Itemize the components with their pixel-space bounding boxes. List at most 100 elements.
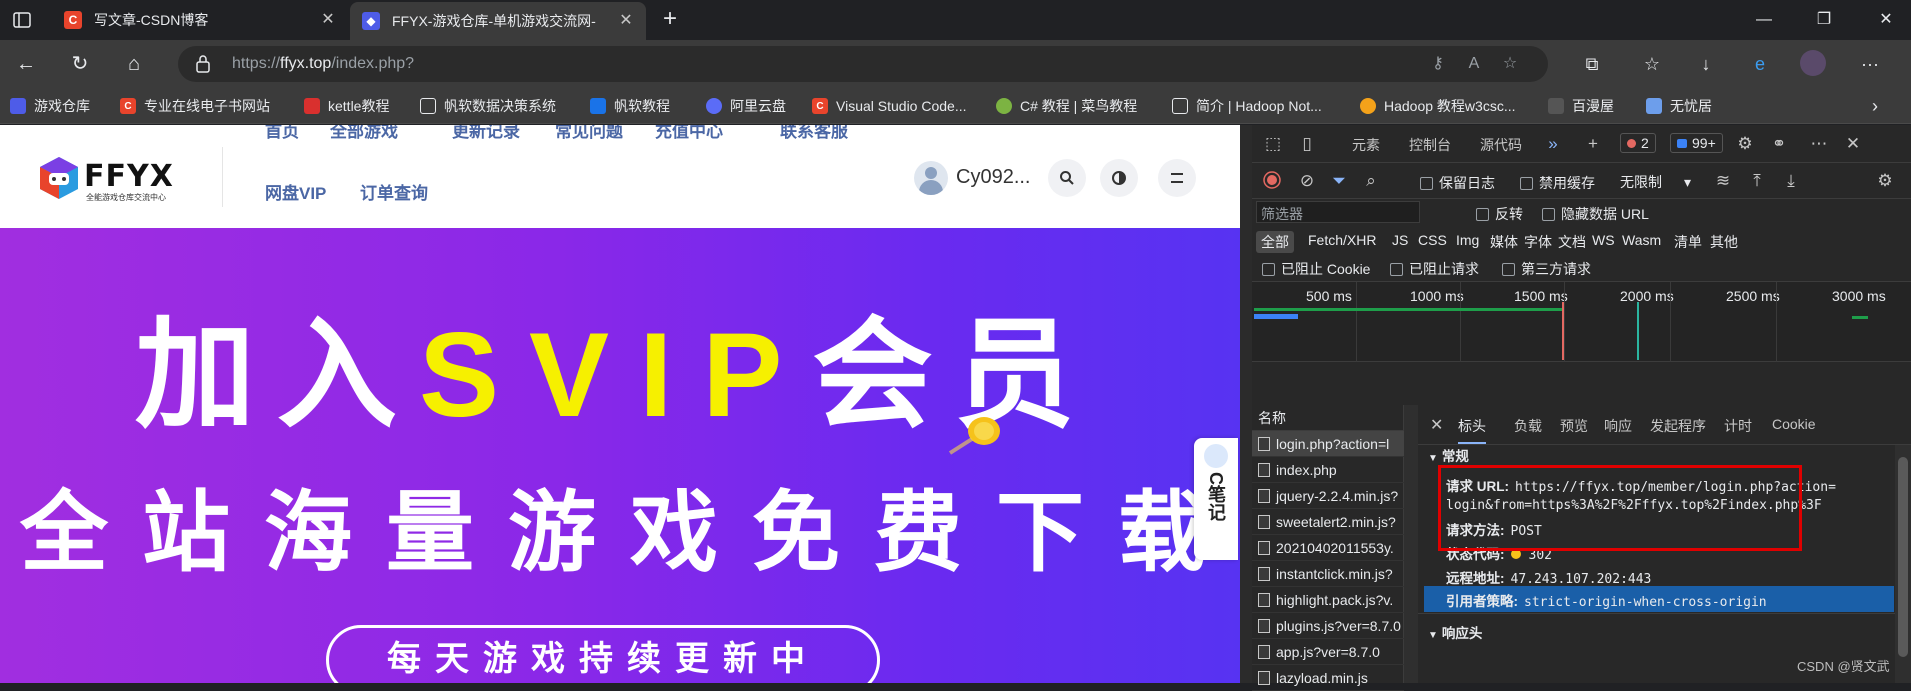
request-list-scrollbar[interactable] [1404, 405, 1418, 683]
filter-all[interactable]: 全部 [1256, 231, 1294, 253]
downloads-icon[interactable]: ↓ [1692, 50, 1720, 78]
csdn-note-widget[interactable]: C笔记 [1194, 438, 1238, 560]
bookmark-item[interactable]: 无忧居 [1646, 96, 1712, 116]
nav-order-query[interactable]: 订单查询 [360, 179, 428, 204]
favorites-icon[interactable]: ☆ [1638, 50, 1666, 78]
bookmark-item[interactable]: 简介 | Hadoop Not... [1172, 96, 1322, 116]
request-row[interactable]: 20210402011553y. [1252, 535, 1404, 561]
blocked-requests-checkbox[interactable]: 已阻止请求 [1390, 259, 1479, 279]
key-icon[interactable]: ⚷ [1428, 54, 1448, 74]
filter-img[interactable]: Img [1456, 232, 1479, 248]
request-row[interactable]: plugins.js?ver=8.7.0 [1252, 613, 1404, 639]
lock-icon[interactable] [196, 55, 210, 73]
filter-js[interactable]: JS [1392, 232, 1408, 248]
settings-icon[interactable]: ⚙ [1734, 133, 1756, 155]
back-icon[interactable]: ← [12, 50, 40, 78]
tab-headers[interactable]: 标头 [1458, 416, 1486, 444]
browser-tab-ffyx[interactable]: ◆ FFYX-游戏仓库-单机游戏交流网- ✕ [350, 2, 646, 40]
close-details-icon[interactable]: ✕ [1430, 415, 1443, 435]
name-column-header[interactable]: 名称 [1252, 405, 1404, 431]
minimize-icon[interactable]: — [1752, 8, 1776, 32]
svip-banner[interactable]: 加入SVIP会员 全站海量游戏免费下载 每天游戏持续更新中 [0, 228, 1240, 683]
disable-cache-checkbox[interactable]: 禁用缓存 [1520, 173, 1595, 193]
close-tab-icon[interactable]: ✕ [618, 13, 634, 29]
close-tab-icon[interactable]: ✕ [320, 12, 336, 28]
bookmark-item[interactable]: 百漫屋 [1548, 96, 1614, 116]
error-badge[interactable]: 2 [1620, 133, 1656, 153]
customize-icon[interactable]: ⚭ [1768, 133, 1790, 155]
request-row[interactable]: lazyload.min.js [1252, 665, 1404, 691]
close-window-icon[interactable]: ✕ [1874, 8, 1898, 32]
clear-icon[interactable]: ⊘ [1296, 170, 1318, 192]
nav-all-games[interactable]: 全部游戏 [330, 125, 398, 142]
export-har-icon[interactable]: ⤓ [1780, 170, 1802, 192]
details-scrollbar[interactable] [1895, 445, 1911, 683]
filter-wasm[interactable]: Wasm [1622, 232, 1661, 248]
address-bar[interactable]: https://ffyx.top/index.php? ⚷ A ☆ [178, 46, 1548, 82]
bookmark-item[interactable]: C 专业在线电子书网站 [120, 96, 270, 116]
bookmark-item[interactable]: 帆软教程 [590, 96, 670, 116]
extensions-icon[interactable]: ⧉ [1578, 50, 1606, 78]
tab-actions-icon[interactable] [12, 10, 32, 30]
filter-other[interactable]: 其他 [1710, 232, 1738, 252]
invert-checkbox[interactable]: 反转 [1476, 204, 1523, 224]
filter-doc[interactable]: 文档 [1558, 232, 1586, 252]
tab-elements[interactable]: 元素 [1352, 135, 1380, 155]
filter-font[interactable]: 字体 [1524, 232, 1552, 252]
tab-sources[interactable]: 源代码 [1480, 135, 1522, 155]
general-section-toggle[interactable]: ▼ 常规 [1428, 445, 1469, 465]
blocked-cookies-checkbox[interactable]: 已阻止 Cookie [1262, 259, 1370, 279]
tab-preview[interactable]: 预览 [1560, 416, 1588, 436]
message-badge[interactable]: 99+ [1670, 133, 1723, 153]
restore-icon[interactable]: ❐ [1812, 8, 1836, 32]
close-devtools-icon[interactable]: ✕ [1842, 133, 1864, 155]
bookmark-item[interactable]: 帆软数据决策系统 [420, 96, 556, 116]
nav-contact[interactable]: 联系客服 [780, 125, 848, 142]
request-row[interactable]: highlight.pack.js?v. [1252, 587, 1404, 613]
home-icon[interactable]: ⌂ [120, 50, 148, 78]
request-row[interactable]: jquery-2.2.4.min.js? [1252, 483, 1404, 509]
request-row[interactable]: instantclick.min.js? [1252, 561, 1404, 587]
nav-faq[interactable]: 常见问题 [555, 125, 623, 142]
bookmark-item[interactable]: C# 教程 | 菜鸟教程 [996, 96, 1137, 116]
more-icon[interactable]: ··· [1856, 50, 1884, 78]
device-toolbar-icon[interactable]: ▯ [1296, 133, 1318, 155]
third-party-checkbox[interactable]: 第三方请求 [1502, 259, 1591, 279]
refresh-icon[interactable]: ↻ [66, 50, 94, 78]
nav-netdisk-vip[interactable]: 网盘VIP [265, 179, 326, 204]
filter-manifest[interactable]: 清单 [1674, 232, 1702, 252]
request-row[interactable]: app.js?ver=8.7.0 [1252, 639, 1404, 665]
edge-icon[interactable]: e [1746, 50, 1774, 78]
tab-response[interactable]: 响应 [1604, 416, 1632, 436]
referrer-policy-row[interactable]: 引用者策略: strict-origin-when-cross-origin [1446, 590, 1767, 610]
user-name[interactable]: Cy092... [956, 166, 1030, 189]
nav-update-log[interactable]: 更新记录 [452, 125, 520, 142]
nav-home[interactable]: 首页 [265, 125, 299, 142]
filter-css[interactable]: CSS [1418, 232, 1447, 248]
record-icon[interactable] [1262, 170, 1284, 192]
search-icon[interactable] [1048, 159, 1086, 197]
page-scrollbar[interactable] [1240, 125, 1252, 683]
nav-recharge[interactable]: 充值中心 [655, 125, 723, 142]
request-row[interactable]: index.php [1252, 457, 1404, 483]
more-options-icon[interactable]: ⋯ [1808, 133, 1830, 155]
browser-tab-csdn[interactable]: C 写文章-CSDN博客 ✕ [52, 0, 348, 40]
more-tabs-icon[interactable]: » [1542, 133, 1564, 155]
network-settings-icon[interactable]: ⚙ [1874, 170, 1896, 192]
bookmark-item[interactable]: 阿里云盘 [706, 96, 786, 116]
add-tab-icon[interactable]: + [1582, 133, 1604, 155]
filter-media[interactable]: 媒体 [1490, 232, 1518, 252]
filter-input[interactable]: 筛选器 [1256, 201, 1420, 223]
new-tab-icon[interactable]: + [658, 7, 682, 32]
import-har-icon[interactable]: ⤒ [1746, 170, 1768, 192]
tab-cookies[interactable]: Cookie [1772, 416, 1816, 432]
bookmark-item[interactable]: kettle教程 [304, 96, 389, 116]
filter-ws[interactable]: WS [1592, 232, 1615, 248]
favorite-star-icon[interactable]: ☆ [1500, 54, 1520, 74]
bookmark-item[interactable]: 游戏仓库 [10, 96, 90, 116]
user-avatar[interactable] [914, 161, 948, 195]
request-row[interactable]: sweetalert2.min.js? [1252, 509, 1404, 535]
bookmarks-overflow-icon[interactable]: › [1872, 96, 1878, 116]
filter-icon[interactable]: ⏷ [1328, 170, 1350, 192]
menu-icon[interactable] [1158, 159, 1196, 197]
